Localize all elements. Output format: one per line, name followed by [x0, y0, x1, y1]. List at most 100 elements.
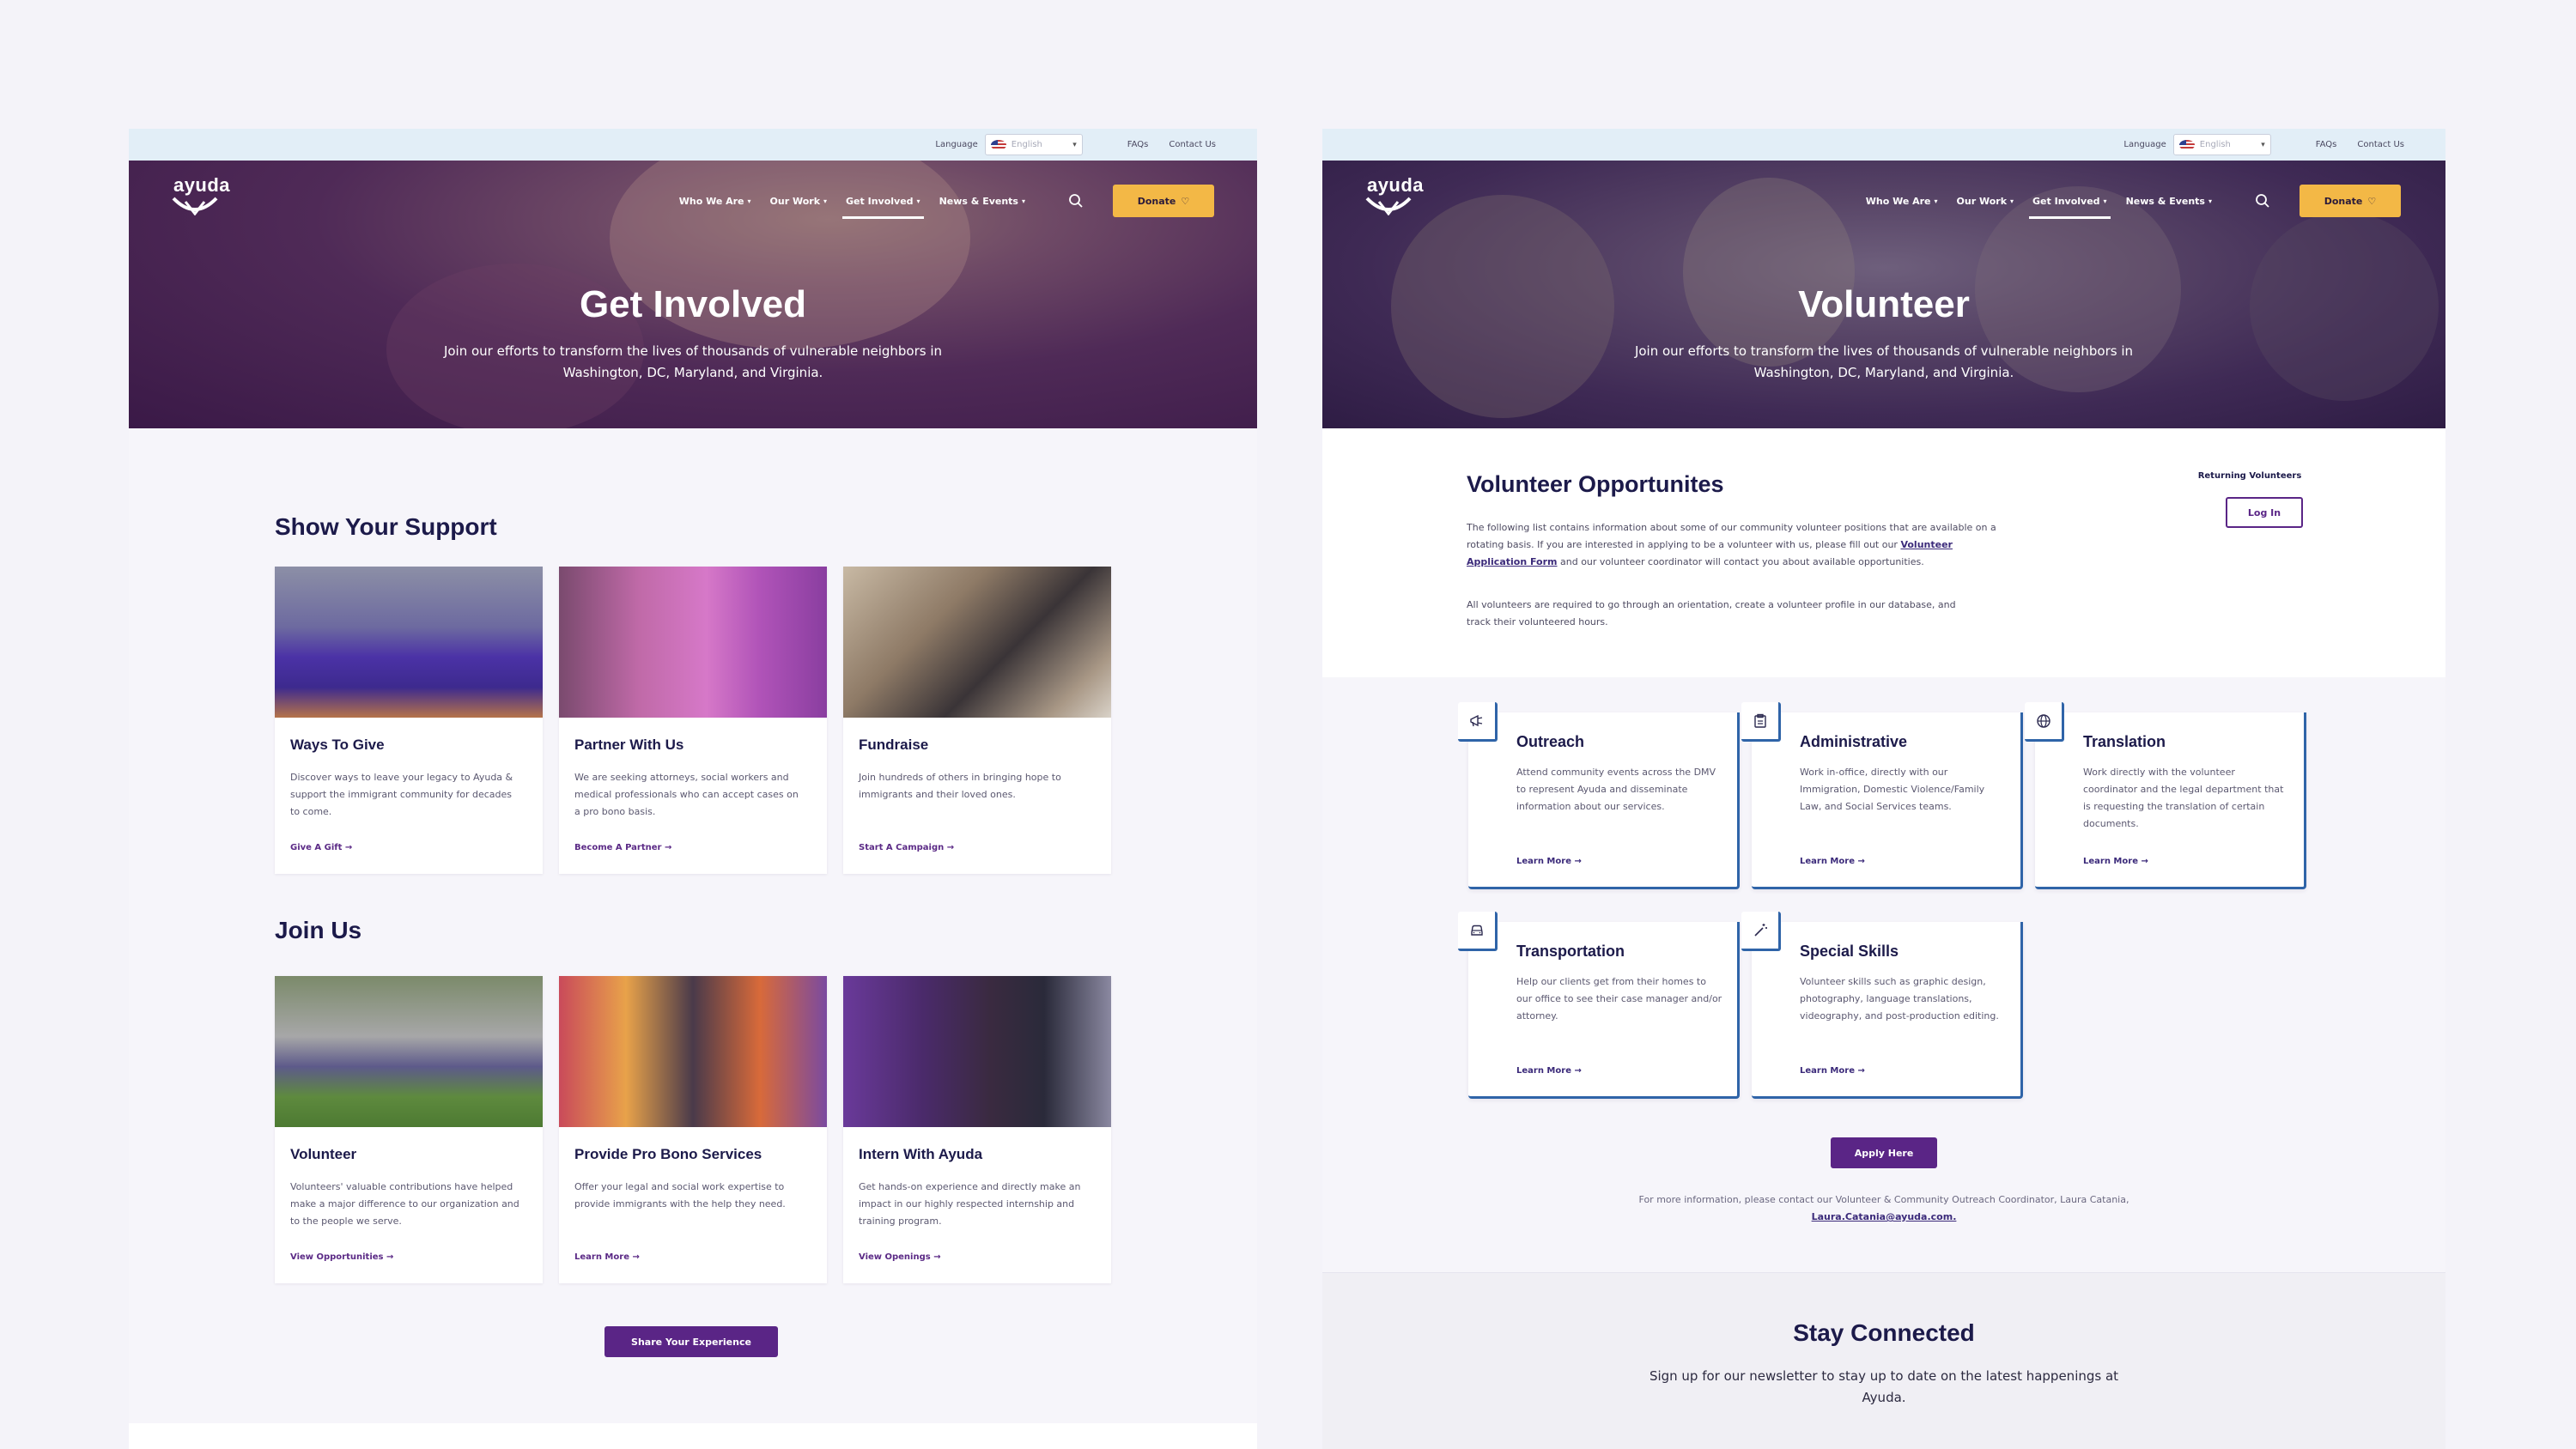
chevron-down-icon: ▾: [2208, 197, 2212, 205]
search-icon[interactable]: [2255, 193, 2270, 209]
hero-photo-people: [1683, 178, 1855, 367]
chevron-down-icon: ▾: [747, 197, 751, 205]
nav-news-events[interactable]: News & Events ▾: [2126, 196, 2212, 207]
more-info-text: For more information, please contact our…: [1638, 1194, 2129, 1222]
nav-who-we-are[interactable]: Who We Are ▾: [1866, 196, 1938, 207]
us-flag-icon: [990, 139, 1006, 150]
megaphone-icon: [1458, 702, 1498, 742]
chevron-down-icon: ▾: [2010, 197, 2014, 205]
volunteer-card[interactable]: Volunteer Volunteers' valuable contribut…: [275, 976, 543, 1283]
magic-wand-icon: [1741, 912, 1781, 951]
logo-mark-icon: [1365, 197, 1412, 216]
section-title: Volunteer Opportunites: [1467, 471, 1724, 497]
language-select[interactable]: English ▾: [984, 134, 1083, 155]
us-flag-icon: [2178, 139, 2195, 150]
chevron-down-icon: ▾: [916, 197, 920, 205]
show-support-heading: Show Your Support: [275, 513, 497, 540]
chevron-down-icon: ▾: [823, 197, 828, 205]
volunteer-intro: Volunteer Opportunites The following lis…: [1322, 428, 2445, 677]
special-skills-learn-more-link[interactable]: Learn More →: [1800, 1066, 1865, 1076]
hero-banner: ayuda Who We Are ▾ Our Work ▾ Get Involved…: [1322, 161, 2445, 428]
newsletter-text: Sign up for our newsletter to stay up to…: [1649, 1368, 2119, 1405]
nav-our-work[interactable]: Our Work ▾: [1957, 196, 2014, 207]
language-label: Language: [935, 140, 978, 149]
card-image-volunteers: [275, 976, 543, 1127]
administrative-learn-more-link[interactable]: Learn More →: [1800, 857, 1865, 866]
login-button[interactable]: Log In: [2226, 497, 2303, 528]
utility-bar: Language English ▾ FAQs Contact Us: [1322, 129, 2445, 161]
become-a-partner-link[interactable]: Become A Partner →: [574, 843, 671, 852]
page-title: Volunteer: [1798, 283, 1970, 325]
utility-bar: Language English ▾ FAQs Contact Us: [129, 129, 1257, 161]
opportunity-translation[interactable]: Translation Work directly with the volun…: [2025, 702, 2306, 889]
footer-strip: [129, 1423, 1257, 1449]
card-image-group: [559, 976, 827, 1127]
coordinator-email-link[interactable]: Laura.Catania@ayuda.com.: [1812, 1211, 1957, 1222]
contact-link[interactable]: Contact Us: [1169, 140, 1216, 149]
hero-subtitle: Join our efforts to transform the lives …: [443, 343, 943, 380]
language-value: English: [1011, 140, 1042, 149]
language-label: Language: [2123, 140, 2166, 149]
chevron-down-icon: ▾: [2103, 197, 2107, 205]
opportunity-transportation[interactable]: Transportation Help our clients get from…: [1458, 912, 1740, 1099]
outreach-learn-more-link[interactable]: Learn More →: [1516, 857, 1582, 866]
faqs-link[interactable]: FAQs: [1127, 140, 1149, 149]
card-image-interns: [843, 976, 1111, 1127]
search-icon[interactable]: [1068, 193, 1084, 209]
card-image-boxes: [843, 567, 1111, 718]
chevron-down-icon: ▾: [1072, 140, 1077, 149]
opportunity-special-skills[interactable]: Special Skills Volunteer skills such as …: [1741, 912, 2023, 1099]
partner-with-us-card[interactable]: Partner With Us We are seeking attorneys…: [559, 567, 827, 874]
translation-learn-more-link[interactable]: Learn More →: [2083, 857, 2148, 866]
stay-connected-section: Stay Connected Sign up for our newslette…: [1322, 1272, 2445, 1449]
donate-button[interactable]: Donate ♡: [2300, 185, 2401, 217]
language-value: English: [2199, 140, 2231, 149]
logo-mark-icon: [172, 197, 218, 216]
get-involved-page: Language English ▾ FAQs Contact Us ayuda…: [129, 129, 1257, 1449]
main-nav: Who We Are ▾ Our Work ▾ Get Involved ▾ News…: [1866, 185, 2401, 219]
page-title: Get Involved: [579, 283, 807, 325]
fundraise-card[interactable]: Fundraise Join hundreds of others in bri…: [843, 567, 1111, 874]
view-openings-link[interactable]: View Openings →: [859, 1252, 941, 1262]
clipboard-icon: [1741, 702, 1781, 742]
nav-news-events[interactable]: News & Events ▾: [939, 196, 1025, 207]
language-select[interactable]: English ▾: [2172, 134, 2271, 155]
heart-icon: ♡: [1181, 195, 1190, 207]
main-nav: Who We Are ▾ Our Work ▾ Get Involved ▾ News…: [679, 185, 1214, 219]
orientation-paragraph: All volunteers are required to go throug…: [1467, 599, 1956, 627]
chevron-down-icon: ▾: [1934, 197, 1938, 205]
car-icon: [1458, 912, 1498, 951]
ayuda-logo[interactable]: ayuda: [172, 174, 232, 224]
faqs-link[interactable]: FAQs: [2316, 140, 2337, 149]
opportunity-outreach[interactable]: Outreach Attend community events across …: [1458, 702, 1740, 889]
intro-paragraph: The following list contains information …: [1467, 522, 1996, 567]
nav-get-involved[interactable]: Get Involved ▾: [2029, 196, 2111, 219]
opportunity-administrative[interactable]: Administrative Work in-office, directly …: [1741, 702, 2023, 889]
nav-get-involved[interactable]: Get Involved ▾: [842, 196, 924, 219]
nav-our-work[interactable]: Our Work ▾: [770, 196, 828, 207]
card-image-gift-bags: [275, 567, 543, 718]
volunteer-page: Language English ▾ FAQs Contact Us ayuda…: [1322, 129, 2445, 1449]
ayuda-logo[interactable]: ayuda: [1365, 174, 1425, 224]
transportation-learn-more-link[interactable]: Learn More →: [1516, 1066, 1582, 1076]
join-us-heading: Join Us: [275, 917, 362, 943]
nav-who-we-are[interactable]: Who We Are ▾: [679, 196, 751, 207]
heart-icon: ♡: [2367, 195, 2377, 207]
stay-connected-heading: Stay Connected: [1793, 1319, 1975, 1346]
share-experience-button[interactable]: Share Your Experience: [605, 1326, 778, 1357]
give-a-gift-link[interactable]: Give A Gift →: [290, 843, 352, 852]
view-opportunities-link[interactable]: View Opportunities →: [290, 1252, 393, 1262]
pro-bono-card[interactable]: Provide Pro Bono Services Offer your leg…: [559, 976, 827, 1283]
donate-button[interactable]: Donate ♡: [1113, 185, 1214, 217]
returning-volunteers-label: Returning Volunteers: [2197, 471, 2302, 481]
contact-link[interactable]: Contact Us: [2357, 140, 2404, 149]
pro-bono-learn-more-link[interactable]: Learn More →: [574, 1252, 640, 1262]
hero-banner: ayuda Who We Are ▾ Our Work ▾ Get Involved…: [129, 161, 1257, 428]
ways-to-give-card[interactable]: Ways To Give Discover ways to leave your…: [275, 567, 543, 874]
chevron-down-icon: ▾: [2261, 140, 2265, 149]
chevron-down-icon: ▾: [1021, 197, 1025, 205]
globe-icon: [2025, 702, 2064, 742]
intern-card[interactable]: Intern With Ayuda Get hands-on experienc…: [843, 976, 1111, 1283]
apply-here-button[interactable]: Apply Here: [1831, 1137, 1937, 1168]
start-a-campaign-link[interactable]: Start A Campaign →: [859, 843, 954, 852]
